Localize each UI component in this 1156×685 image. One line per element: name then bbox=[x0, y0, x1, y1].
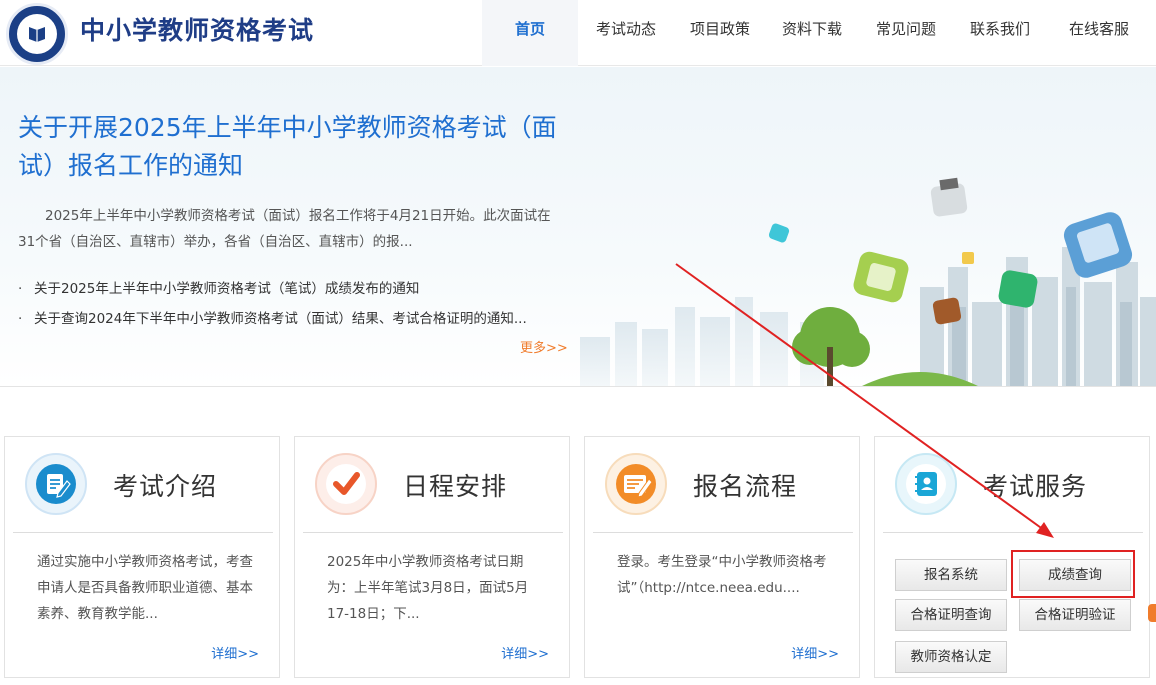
card-exam-services: 考试服务 报名系统 成绩查询 合格证明查询 合格证明验证 教师资格认定 bbox=[874, 436, 1150, 678]
bullet-icon: · bbox=[18, 311, 23, 327]
side-widget-icon[interactable] bbox=[1148, 604, 1156, 622]
site-title[interactable]: 中小学教师资格考试 bbox=[80, 11, 314, 47]
detail-link[interactable]: 详细>> bbox=[501, 643, 549, 662]
bullet-icon: · bbox=[18, 281, 23, 297]
news-link-1[interactable]: · 关于2025年上半年中小学教师资格考试（笔试）成绩发布的通知 bbox=[18, 277, 419, 297]
city-illustration bbox=[580, 177, 1156, 386]
card-title[interactable]: 日程安排 bbox=[403, 467, 507, 503]
card-title[interactable]: 考试介绍 bbox=[113, 467, 217, 503]
card-header: 报名流程 bbox=[593, 437, 853, 533]
site-header: 中小学教师资格考试 首页 考试动态 项目政策 资料下载 常见问题 联系我们 在线… bbox=[0, 0, 1156, 66]
card-summary: 2025年中小学教师资格考试日期为：上半年笔试3月8日，面试5月17-18日；下… bbox=[327, 554, 529, 622]
card-summary: 登录。考生登录“中小学教师资格考试”（http://ntce.neea.edu.… bbox=[617, 554, 827, 596]
nav-online-service[interactable]: 在线客服 bbox=[1046, 0, 1152, 66]
card-header: 考试服务 bbox=[883, 437, 1143, 533]
headline-summary: 2025年上半年中小学教师资格考试（面试）报名工作将于4月21日开始。此次面试在… bbox=[18, 208, 551, 250]
card-registration-flow: 报名流程 登录。考生登录“中小学教师资格考试”（http://ntce.neea… bbox=[584, 436, 860, 678]
nav-policy[interactable]: 项目政策 bbox=[674, 0, 766, 66]
card-summary: 通过实施中小学教师资格考试，考查申请人是否具备教师职业道德、基本素养、教育教学能… bbox=[37, 554, 253, 622]
nav-exam-news[interactable]: 考试动态 bbox=[578, 0, 674, 66]
form-pen-icon bbox=[605, 453, 667, 515]
detail-link[interactable]: 详细>> bbox=[211, 643, 259, 662]
nav-home[interactable]: 首页 bbox=[482, 0, 578, 66]
card-header: 考试介绍 bbox=[13, 437, 273, 533]
nav-contact[interactable]: 联系我们 bbox=[954, 0, 1046, 66]
teacher-certification-button[interactable]: 教师资格认定 bbox=[895, 641, 1007, 673]
detail-link[interactable]: 详细>> bbox=[791, 643, 839, 662]
news-link-2[interactable]: · 关于查询2024年下半年中小学教师资格考试（面试）结果、考试合格证明的通知..… bbox=[18, 307, 527, 327]
card-schedule: 日程安排 2025年中小学教师资格考试日期为：上半年笔试3月8日，面试5月17-… bbox=[294, 436, 570, 678]
main-nav: 首页 考试动态 项目政策 资料下载 常见问题 联系我们 在线客服 bbox=[482, 0, 1152, 66]
card-title[interactable]: 考试服务 bbox=[983, 467, 1087, 503]
certificate-verify-button[interactable]: 合格证明验证 bbox=[1019, 599, 1131, 631]
document-edit-icon bbox=[25, 453, 87, 515]
card-header: 日程安排 bbox=[303, 437, 563, 533]
registration-system-button[interactable]: 报名系统 bbox=[895, 559, 1007, 591]
nav-downloads[interactable]: 资料下载 bbox=[766, 0, 858, 66]
card-exam-intro: 考试介绍 通过实施中小学教师资格考试，考查申请人是否具备教师职业道德、基本素养、… bbox=[4, 436, 280, 678]
card-title[interactable]: 报名流程 bbox=[693, 467, 797, 503]
hero-banner: 关于开展2025年上半年中小学教师资格考试（面试）报名工作的通知 2025年上半… bbox=[0, 67, 1156, 387]
checkmark-icon bbox=[315, 453, 377, 515]
certificate-query-button[interactable]: 合格证明查询 bbox=[895, 599, 1007, 631]
site-logo-icon[interactable] bbox=[6, 3, 68, 65]
headline-link[interactable]: 关于开展2025年上半年中小学教师资格考试（面试）报名工作的通知 bbox=[18, 109, 558, 185]
contacts-book-icon bbox=[895, 453, 957, 515]
score-query-button[interactable]: 成绩查询 bbox=[1019, 559, 1131, 591]
nav-faq[interactable]: 常见问题 bbox=[858, 0, 954, 66]
